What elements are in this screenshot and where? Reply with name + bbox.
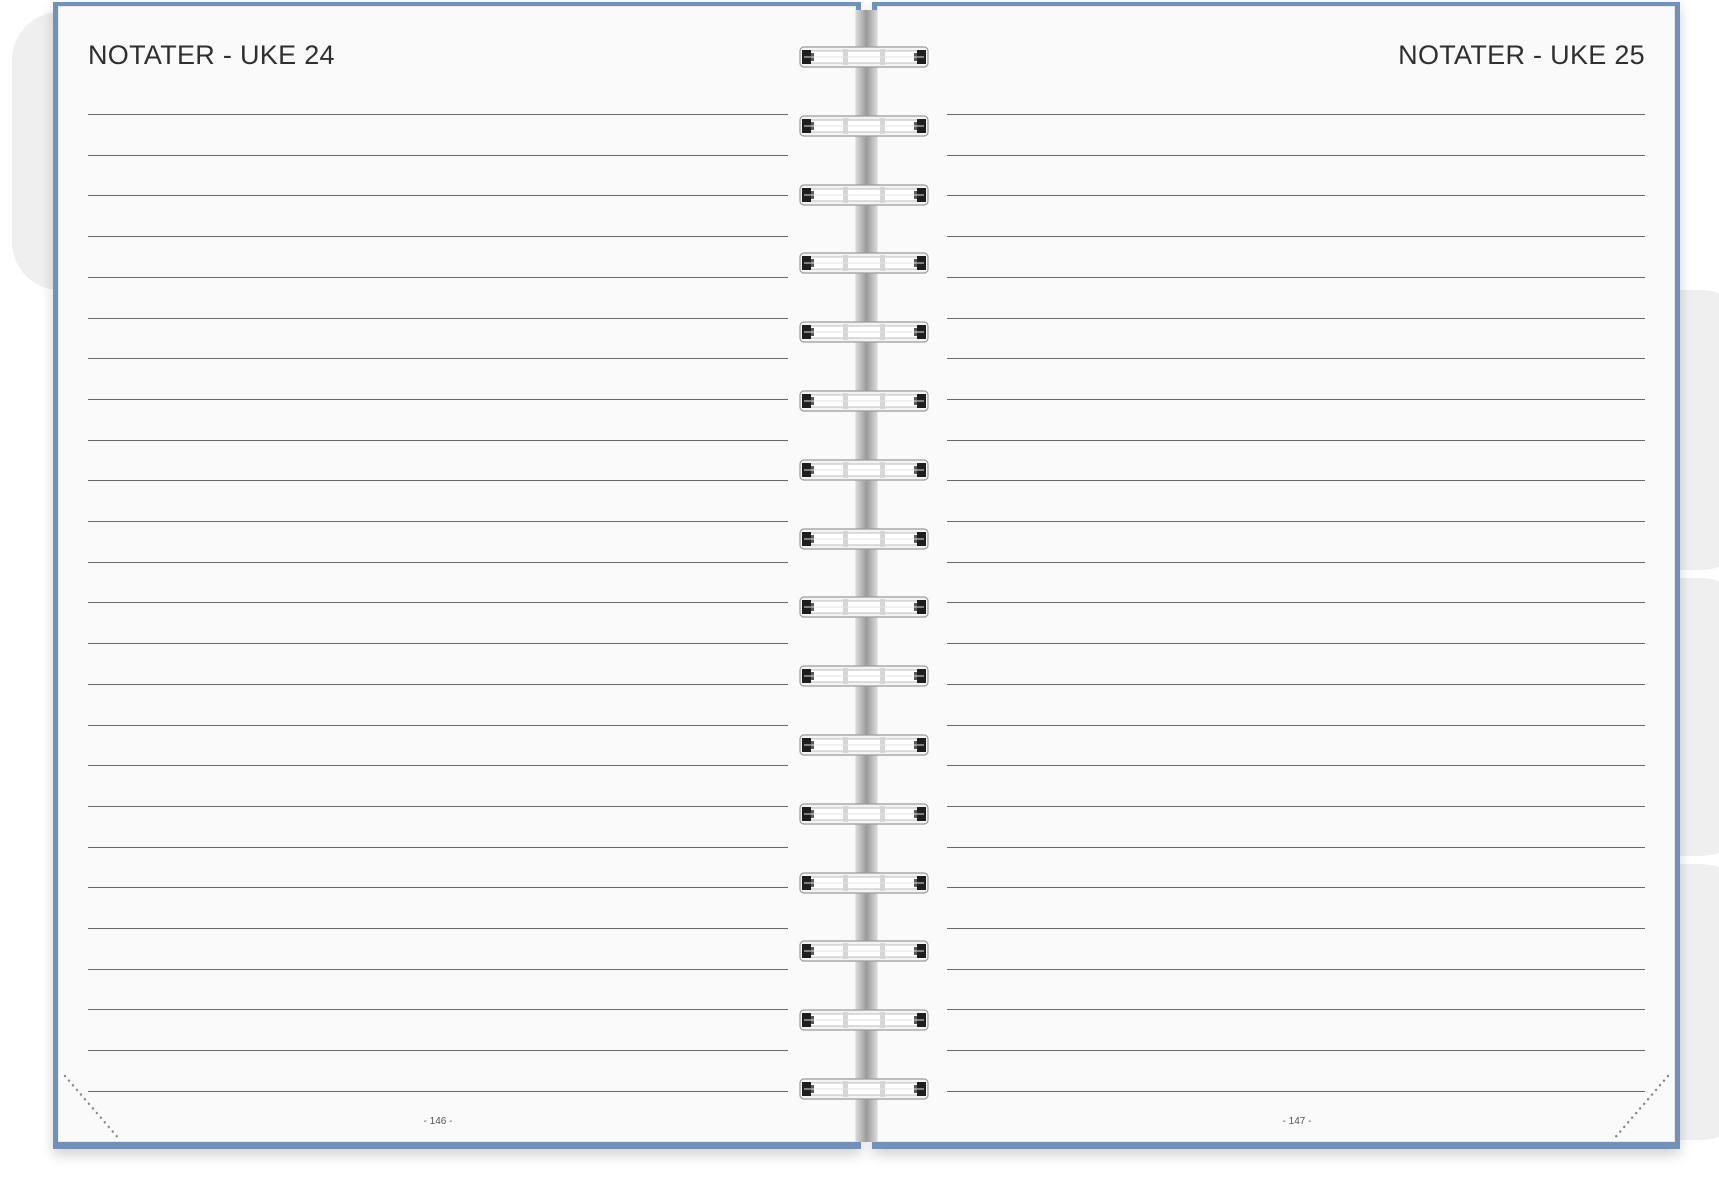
ruled-line [947,643,1645,645]
ruled-line [947,1090,1645,1092]
spiral-ring-icon [799,1009,929,1031]
ruled-line [88,561,788,563]
spiral-ring-icon [799,734,929,756]
spiral-ring-icon [799,390,929,412]
ruled-line [88,643,788,645]
perforated-corner-icon [63,1074,122,1142]
ruled-line [88,317,788,319]
ruled-line [88,358,788,360]
perforated-corner-icon [1611,1074,1670,1142]
ruled-line [88,1090,788,1092]
page-number: - 147 - [1282,1116,1312,1127]
ruled-line [88,805,788,807]
ruled-line [947,1009,1645,1011]
ruled-line [88,195,788,197]
ruled-line [947,236,1645,238]
spiral-binding [798,0,938,1200]
ruled-line [88,1009,788,1011]
spiral-ring-icon [799,596,929,618]
ruled-line [947,276,1645,278]
ruled-line [88,236,788,238]
spiral-ring-icon [799,252,929,274]
spiral-ring-icon [799,459,929,481]
ruled-line [88,276,788,278]
ruled-line [947,114,1645,115]
ruled-line [88,928,788,929]
ruled-line [947,358,1645,360]
ruled-line [947,317,1645,319]
ruled-line [947,724,1645,726]
spiral-ring-icon [799,1078,929,1100]
spiral-ring-icon [799,321,929,343]
ruled-line [88,968,788,970]
ruled-line [947,602,1645,604]
ruled-line [88,602,788,604]
ruled-line [947,1050,1645,1052]
right-notes-page[interactable]: NOTATER - UKE 25 - 147 - [877,6,1675,1142]
ruled-line [88,521,788,522]
ruled-line [947,928,1645,929]
ruled-line [88,439,788,441]
spiral-ring-icon [799,183,929,206]
ruled-line [947,683,1645,685]
ruled-line [947,968,1645,970]
ruled-line [88,480,788,482]
ruled-line [947,887,1645,889]
spiral-ring-icon [799,871,929,894]
ruled-line [947,398,1645,400]
ruled-line [947,480,1645,482]
ruled-line [88,846,788,848]
page-number: - 146 - [423,1116,453,1127]
ruled-line [88,1050,788,1052]
spiral-ring-icon [799,665,929,687]
ruled-line [88,765,788,767]
ruled-line [88,683,788,685]
ruled-line [88,114,788,115]
ruled-line [947,846,1645,848]
left-notes-page[interactable]: NOTATER - UKE 24 - 146 - [58,6,856,1142]
ruled-line [947,195,1645,197]
ruled-line [947,561,1645,563]
ruled-line [88,154,788,156]
ruled-line [88,724,788,726]
ruled-line [88,398,788,400]
ruled-lines[interactable] [88,6,788,1142]
ruled-line [947,439,1645,441]
spiral-ring-icon [799,46,929,68]
ruled-line [947,765,1645,767]
ruled-line [88,887,788,889]
ruled-line [947,521,1645,522]
ruled-line [947,154,1645,156]
spiral-ring-icon [799,803,929,825]
ruled-line [947,805,1645,807]
spiral-ring-icon [799,940,929,962]
spiral-ring-icon [799,527,929,550]
ruled-lines[interactable] [947,6,1645,1142]
spiral-ring-icon [799,115,929,137]
